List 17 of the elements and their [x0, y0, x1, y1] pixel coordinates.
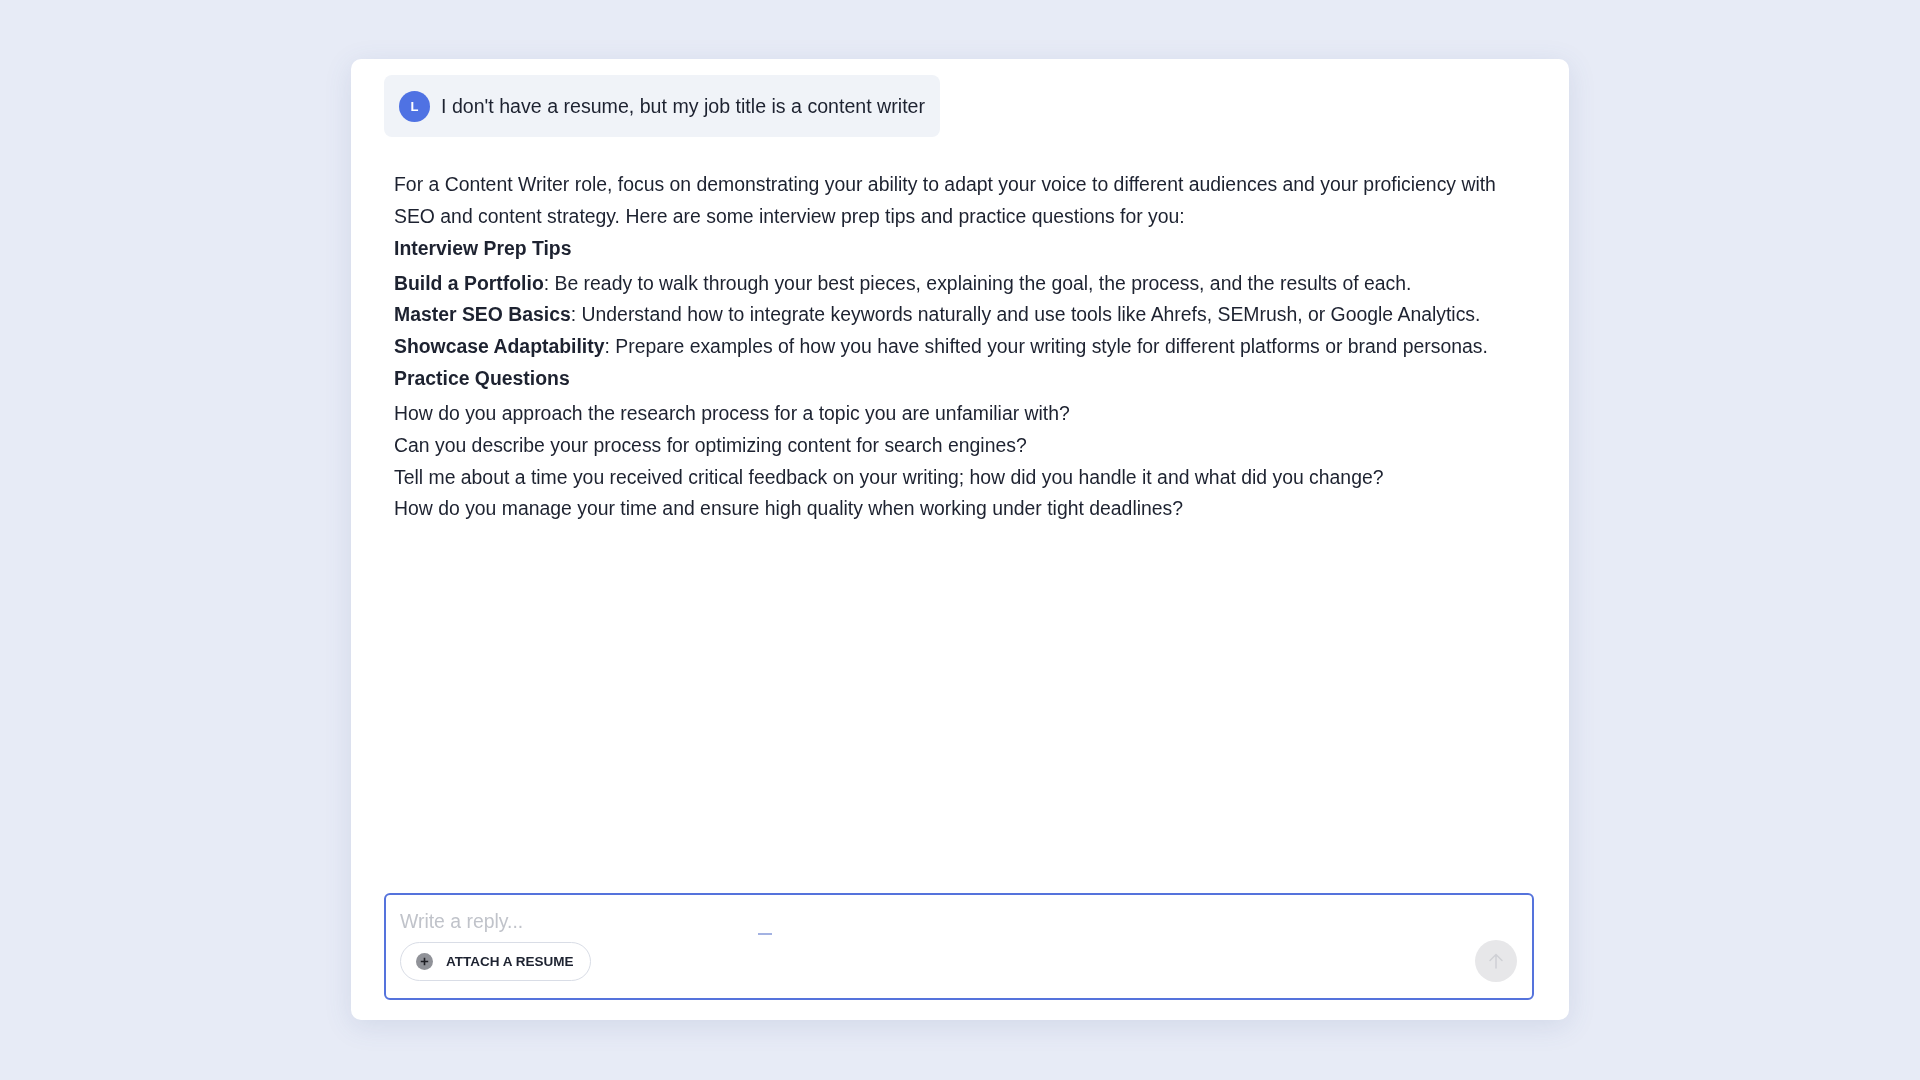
list-item-text: Showcase Adaptability: Prepare examples of how you have shifted your writing style for different platforms or brand personas.	[394, 334, 1489, 360]
avatar-initial: L	[399, 90, 430, 122]
reply-input[interactable]: Write a reply...	[400, 907, 730, 935]
section-heading: Interview Prep Tips	[394, 235, 573, 261]
arrow-up-icon	[1487, 952, 1505, 970]
list-item-text: How do you approach the research process for a topic you are unfamiliar with?	[394, 401, 1071, 426]
attach-button[interactable]: ATTACH A RESUME	[400, 941, 591, 981]
response-paragraph: For a Content Writer role, focus on demonstrating your ability to adapt your voice to different audiences and your proficiency with SEO and content strategy. Here are some interview prep tips and practice questions for you:	[394, 172, 1497, 229]
list-item-text: Can you describe your process for optimizing content for search engines?	[394, 432, 1028, 458]
list-item-text: Master SEO Basics: Understand how to integrate keywords naturally and use tools like Ahrefs, SEMrush, or Google Analytics.	[394, 302, 1482, 328]
list-item-text: Tell me about a time you received critical feedback on your writing; how did you handle it and what did you change?	[394, 464, 1385, 490]
list-item-text: Build a Portfolio: Be ready to walk through your best pieces, explaining the goal, the process, and the results of each.	[394, 270, 1413, 296]
list-item-text: How do you manage your time and ensure high quality when working under tight deadlines?	[394, 496, 1185, 522]
dash-icon	[758, 933, 772, 935]
plus-icon	[416, 952, 433, 970]
message-text: I don't have a resume, but my job title is a content writer	[441, 94, 926, 118]
section-heading: Practice Questions	[394, 366, 571, 391]
